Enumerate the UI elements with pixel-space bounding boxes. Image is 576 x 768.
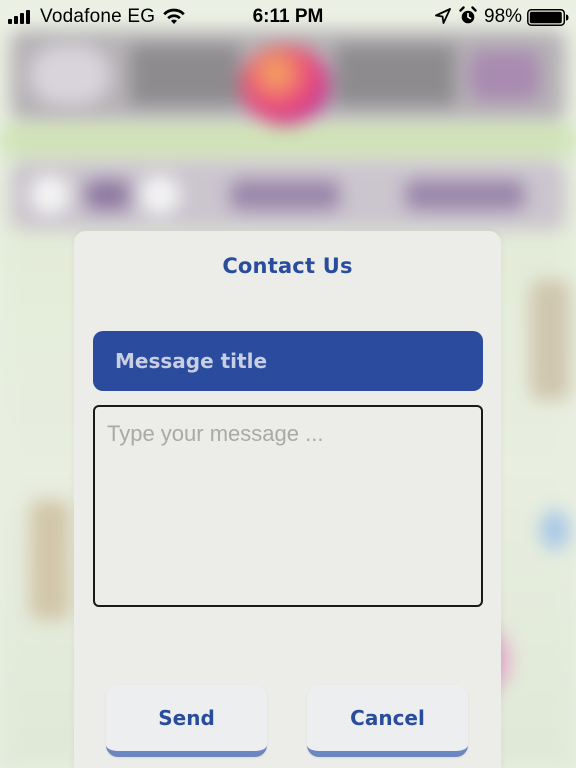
cancel-button-label: Cancel: [350, 706, 425, 730]
background-tab-dot: [140, 175, 180, 215]
background-tab-pill: [405, 180, 525, 210]
contact-dialog: Contact Us Message title Type your messa…: [74, 231, 501, 768]
dialog-title: Contact Us: [222, 254, 353, 278]
battery-percent: 98%: [484, 6, 523, 27]
background-spot: [540, 510, 570, 550]
background-strip: [0, 125, 576, 155]
background-header-block: [335, 45, 455, 105]
background-spot: [30, 500, 70, 620]
background-tab-pill: [85, 180, 130, 210]
battery-icon: [527, 9, 569, 26]
message-title-input[interactable]: Message title: [93, 331, 483, 391]
location-icon: [435, 8, 451, 24]
send-button-label: Send: [158, 706, 215, 730]
background-tab-dot: [30, 175, 70, 215]
alarm-icon: [459, 6, 477, 24]
background-spot: [530, 280, 570, 400]
send-button[interactable]: Send: [106, 685, 267, 757]
background-header-block: [130, 45, 240, 105]
background-tab-pill: [230, 180, 340, 210]
status-bar: Vodafone EG 6:11 PM 98%: [0, 0, 576, 34]
cancel-button[interactable]: Cancel: [307, 685, 468, 757]
message-body-input[interactable]: Type your message ...: [93, 405, 483, 607]
background-header-left: [30, 45, 110, 105]
message-body-placeholder: Type your message ...: [107, 421, 324, 446]
message-title-placeholder: Message title: [115, 349, 268, 373]
background-logo: [240, 45, 330, 125]
background-header-right: [470, 50, 540, 100]
